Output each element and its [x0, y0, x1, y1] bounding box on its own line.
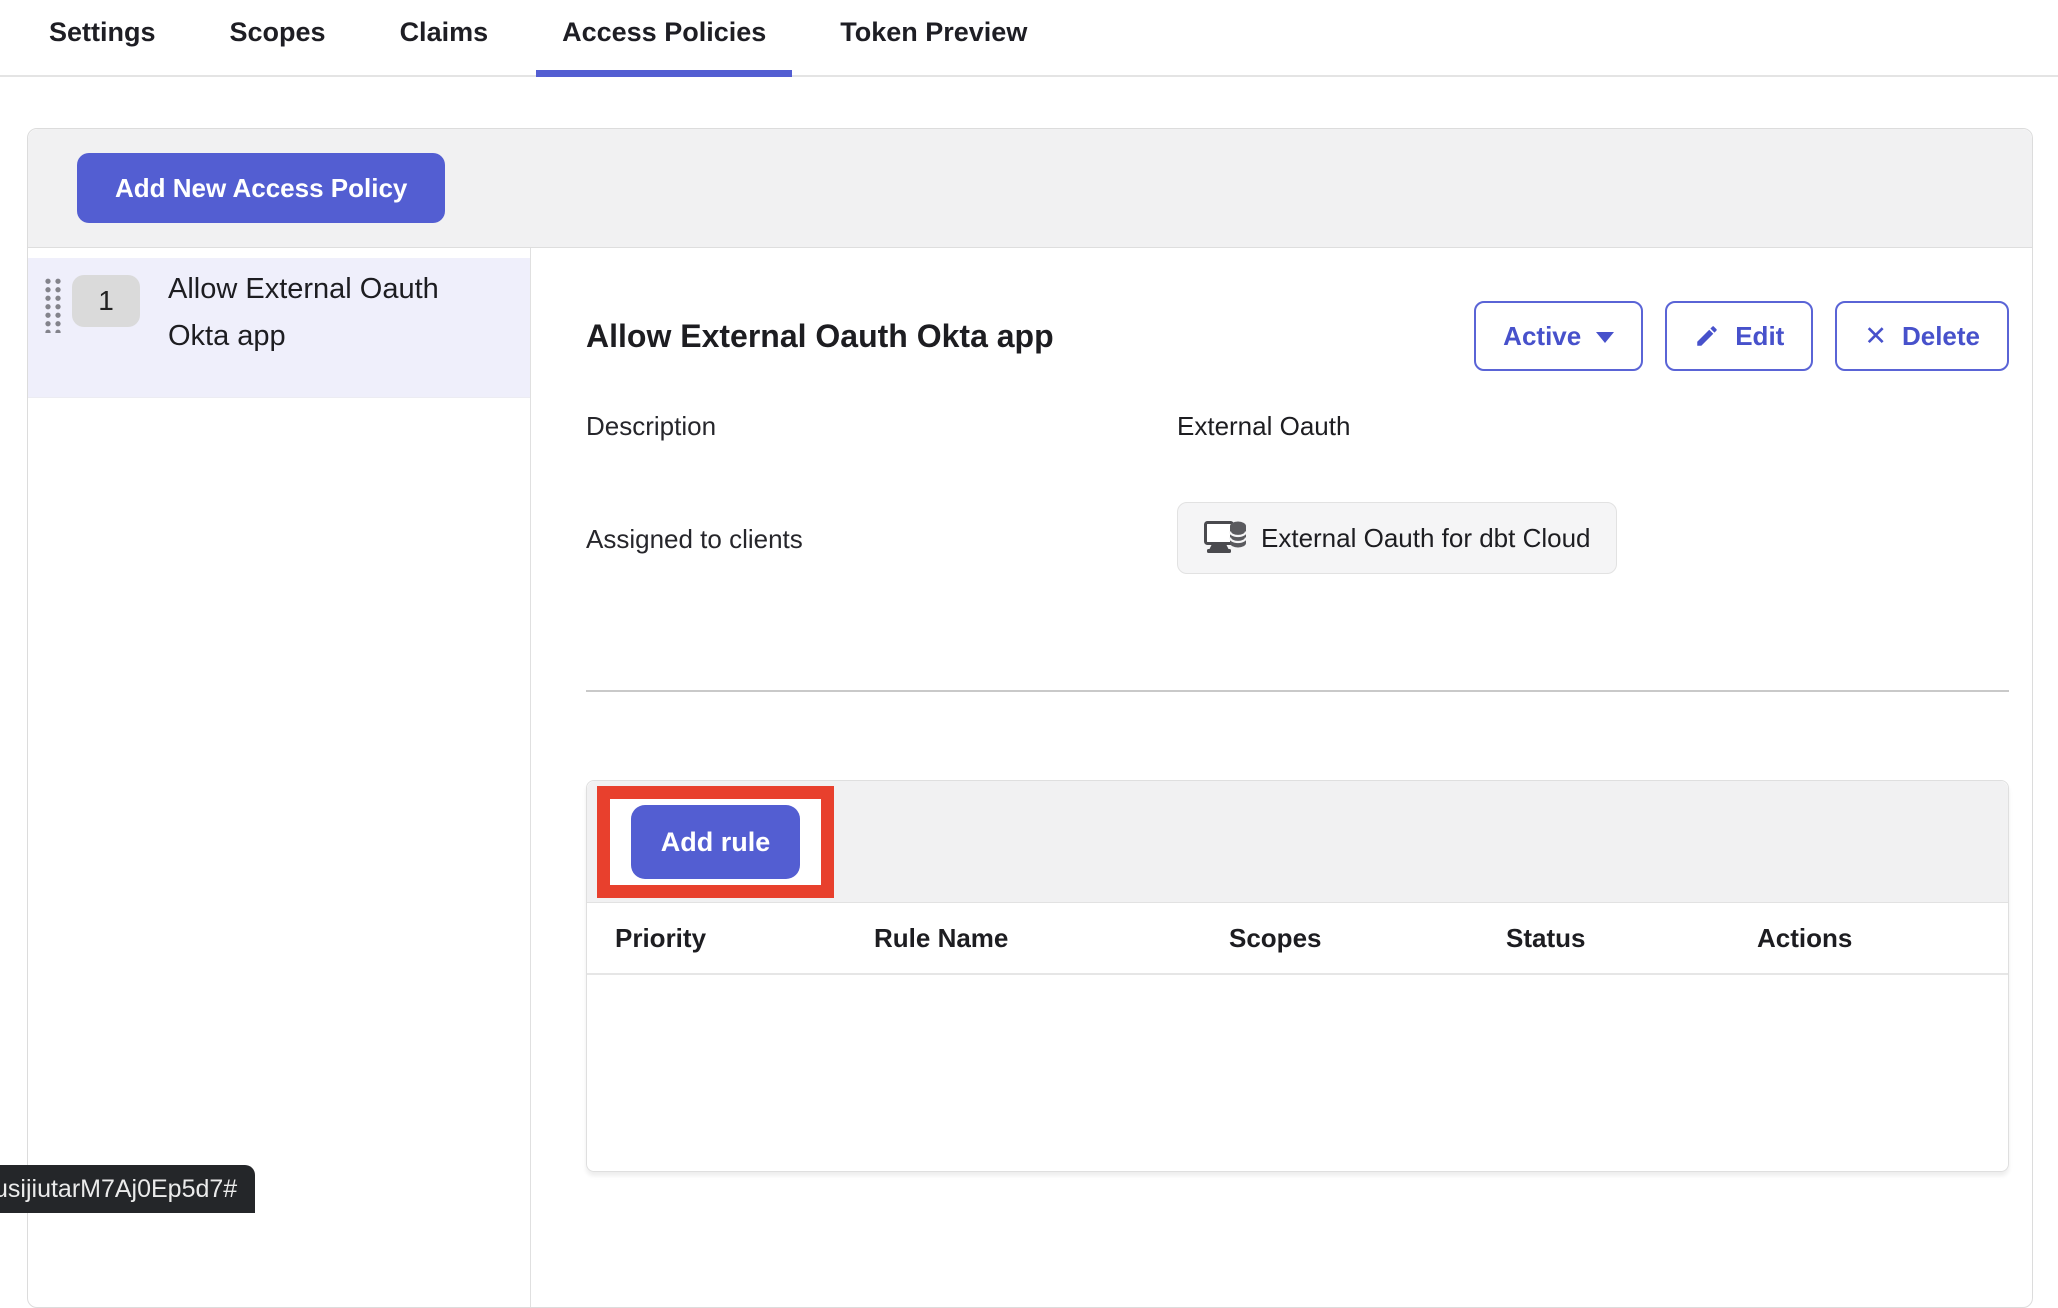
edit-button[interactable]: Edit — [1665, 301, 1813, 371]
access-policies-panel: Add New Access Policy 1 Allow External O… — [27, 128, 2033, 1308]
description-label: Description — [586, 411, 1177, 442]
assigned-clients-label: Assigned to clients — [586, 524, 1177, 555]
column-header-status: Status — [1506, 923, 1757, 954]
policy-title-line2: Okta app — [168, 313, 439, 360]
column-header-priority: Priority — [615, 923, 874, 954]
policy-detail-header: Allow External Oauth Okta app Active Edi… — [586, 301, 2009, 371]
edit-button-label: Edit — [1735, 321, 1784, 352]
annotation-highlight-box: Add rule — [597, 786, 834, 898]
rules-section: Add rule Priority Rule Name Scopes Statu… — [586, 780, 2009, 1172]
policy-title: Allow External Oauth Okta app — [168, 266, 439, 360]
client-chip-label: External Oauth for dbt Cloud — [1261, 523, 1591, 554]
add-rule-button[interactable]: Add rule — [631, 805, 801, 879]
active-status-label: Active — [1503, 321, 1581, 352]
description-row: Description External Oauth — [586, 411, 2009, 442]
add-new-access-policy-button[interactable]: Add New Access Policy — [77, 153, 445, 223]
policy-meta: Description External Oauth Assigned to c… — [586, 411, 2009, 574]
policy-detail-title: Allow External Oauth Okta app — [586, 318, 1054, 355]
panel-body: 1 Allow External Oauth Okta app Allow Ex… — [28, 248, 2032, 1308]
description-value: External Oauth — [1177, 411, 1350, 442]
delete-button-label: Delete — [1902, 321, 1980, 352]
policy-list: 1 Allow External Oauth Okta app — [28, 248, 531, 1308]
tab-scopes[interactable]: Scopes — [204, 17, 352, 75]
panel-toolbar: Add New Access Policy — [28, 129, 2032, 248]
rules-toolbar: Add rule — [587, 781, 2008, 903]
policy-list-item[interactable]: 1 Allow External Oauth Okta app — [28, 258, 530, 398]
tab-settings[interactable]: Settings — [23, 17, 182, 75]
computer-icon — [1203, 519, 1247, 557]
policy-title-line1: Allow External Oauth — [168, 266, 439, 313]
tab-access-policies[interactable]: Access Policies — [536, 17, 792, 75]
client-chip[interactable]: External Oauth for dbt Cloud — [1177, 502, 1617, 574]
column-header-rule-name: Rule Name — [874, 923, 1229, 954]
close-icon: ✕ — [1864, 323, 1887, 350]
chevron-down-icon — [1596, 332, 1614, 343]
column-header-actions: Actions — [1757, 923, 2008, 954]
delete-button[interactable]: ✕ Delete — [1835, 301, 2009, 371]
assigned-clients-row: Assigned to clients — [586, 502, 2009, 574]
active-status-dropdown[interactable]: Active — [1474, 301, 1643, 371]
column-header-scopes: Scopes — [1229, 923, 1506, 954]
drag-handle-icon[interactable] — [43, 277, 63, 333]
rules-table-header: Priority Rule Name Scopes Status Actions — [587, 903, 2008, 975]
section-divider — [586, 690, 2009, 692]
policy-actions: Active Edit ✕ Delete — [1474, 301, 2009, 371]
tab-claims[interactable]: Claims — [374, 17, 515, 75]
tab-bar: Settings Scopes Claims Access Policies T… — [0, 0, 2058, 77]
rules-table-empty — [587, 975, 2008, 1171]
tab-token-preview[interactable]: Token Preview — [814, 17, 1053, 75]
policy-detail: Allow External Oauth Okta app Active Edi… — [531, 248, 2032, 1308]
link-preview-statusbar: usijiutarM7Aj0Ep5d7# — [0, 1165, 255, 1213]
priority-badge: 1 — [72, 275, 140, 327]
pencil-icon — [1694, 323, 1720, 349]
